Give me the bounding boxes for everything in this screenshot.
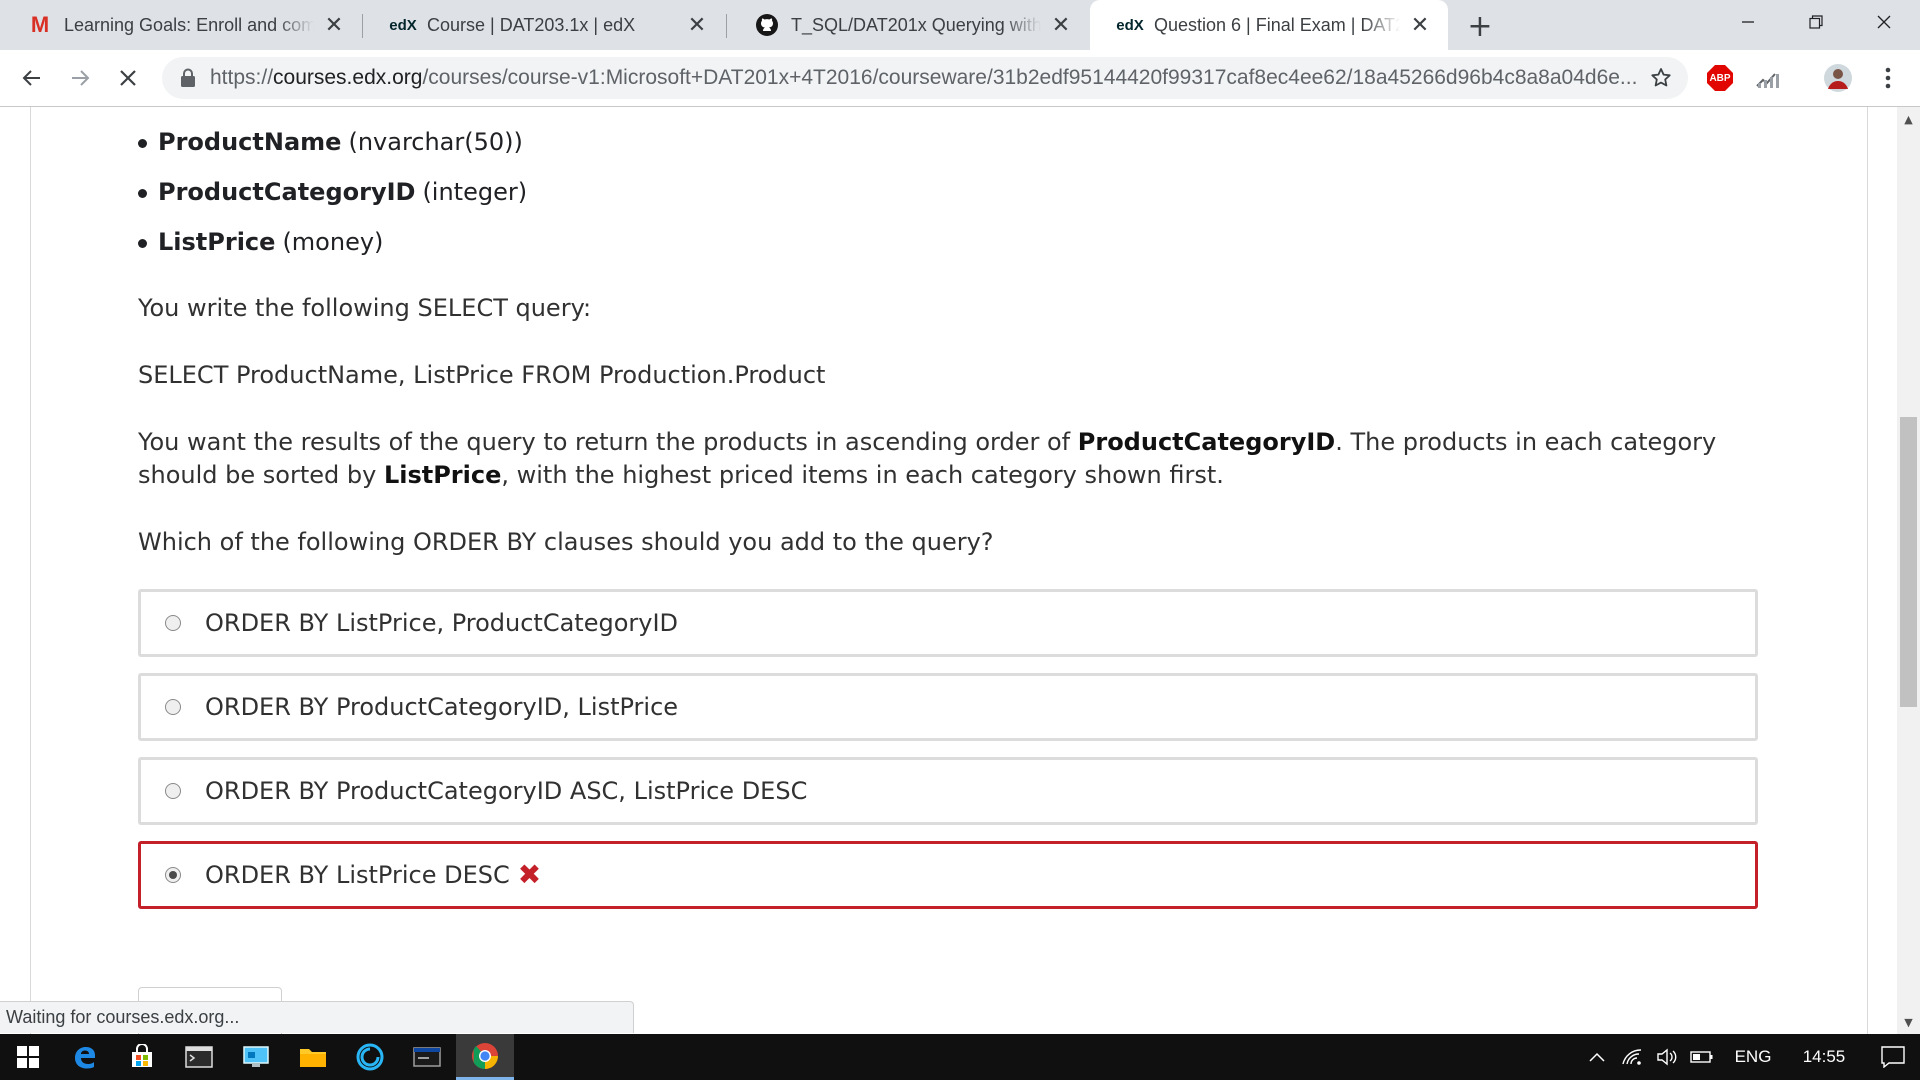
radio-button[interactable] (165, 699, 181, 715)
close-tab-icon[interactable]: ✕ (685, 12, 709, 37)
battery-icon[interactable] (1684, 1050, 1720, 1064)
stop-icon (120, 70, 136, 86)
taskbar-powershell[interactable] (399, 1034, 455, 1080)
tab-course[interactable]: edX Course | DAT203.1x | edX ✕ (363, 0, 725, 50)
taskbar-edge[interactable] (57, 1034, 113, 1080)
tab-title: Learning Goals: Enroll and compl (64, 14, 314, 35)
url-scheme: https:// (210, 66, 274, 89)
answer-choice-3[interactable]: ORDER BY ProductCategoryID ASC, ListPric… (138, 757, 1758, 825)
radio-button-selected[interactable] (165, 867, 181, 883)
adblock-plus-extension[interactable]: ABP (1702, 60, 1738, 96)
scroll-down-arrow-icon[interactable]: ▼ (1897, 1012, 1920, 1032)
back-button[interactable] (14, 60, 50, 96)
edge-icon (75, 1047, 95, 1069)
choice-label: ORDER BY ListPrice, ProductCategoryID (205, 609, 679, 637)
address-bar[interactable]: https://courses.edx.org/courses/course-v… (162, 57, 1688, 99)
browser-toolbar: https://courses.edx.org/courses/course-v… (0, 50, 1920, 107)
tab-title: T_SQL/DAT201x Querying with Tr (791, 14, 1041, 35)
table-columns-list: ProductName (nvarchar(50)) ProductCategor… (138, 117, 527, 267)
lock-icon (180, 68, 196, 88)
radio-button[interactable] (165, 783, 181, 799)
action-center-icon[interactable] (1878, 1046, 1908, 1068)
radio-button[interactable] (165, 615, 181, 631)
taskbar-store[interactable] (114, 1034, 170, 1080)
sql-query: SELECT ProductName, ListPrice FROM Produ… (138, 361, 826, 389)
question-prompt: Which of the following ORDER BY clauses … (138, 528, 994, 556)
page-content: ProductName (nvarchar(50)) ProductCategor… (0, 107, 1897, 1034)
clock[interactable]: 14:55 (1794, 1047, 1854, 1067)
windows-logo-icon (17, 1046, 39, 1068)
tab-title: Question 6 | Final Exam | DAT201 (1154, 14, 1400, 35)
edx-icon: edX (389, 16, 417, 34)
answer-choice-1[interactable]: ORDER BY ListPrice, ProductCategoryID (138, 589, 1758, 657)
tab-github[interactable]: T_SQL/DAT201x Querying with Tr ✕ (727, 0, 1089, 50)
folder-icon (300, 1049, 326, 1067)
terminal-icon (185, 1046, 213, 1068)
kebab-menu-icon (1885, 67, 1891, 89)
monitor-icon (243, 1046, 269, 1067)
arrow-left-icon (22, 70, 40, 86)
github-icon (755, 13, 779, 37)
system-tray: ENG 14:55 (1580, 1034, 1908, 1080)
adblock-label: ABP (1709, 72, 1731, 84)
chrome-menu-button[interactable] (1870, 60, 1906, 96)
minimize-icon (1742, 21, 1754, 23)
extension-button[interactable] (1750, 60, 1786, 96)
profile-avatar[interactable] (1820, 60, 1856, 96)
start-button[interactable] (0, 1034, 56, 1080)
minimize-button[interactable] (1714, 0, 1782, 44)
chrome-icon (472, 1042, 498, 1069)
answer-choice-4-selected-incorrect[interactable]: ORDER BY ListPrice DESC ✖ (138, 841, 1758, 909)
stop-loading-button[interactable] (110, 60, 146, 96)
choice-label: ORDER BY ProductCategoryID, ListPrice (205, 693, 679, 721)
console-icon (413, 1047, 441, 1067)
store-icon (132, 1044, 152, 1067)
close-tab-icon[interactable]: ✕ (1408, 12, 1432, 37)
page-scrollbar[interactable]: ▲ ▼ (1897, 107, 1920, 1034)
tab-question-6[interactable]: edX Question 6 | Final Exam | DAT201 ✕ (1090, 0, 1448, 50)
avatar-icon (1824, 64, 1852, 92)
taskbar-app-blue[interactable] (342, 1034, 398, 1080)
url-host: courses.edx.org (273, 66, 423, 89)
scroll-up-arrow-icon[interactable]: ▲ (1897, 109, 1920, 129)
scrollbar-thumb[interactable] (1900, 417, 1917, 707)
url-path: /courses/course-v1:Microsoft+DAT201x+4T2… (422, 66, 1638, 89)
chevron-up-icon[interactable] (1580, 1052, 1614, 1062)
choice-label: ORDER BY ListPrice DESC (205, 861, 510, 889)
forward-button[interactable] (62, 60, 98, 96)
list-item: ProductName (nvarchar(50)) (138, 117, 527, 167)
taskbar-file-explorer[interactable] (285, 1034, 341, 1080)
answer-choice-2[interactable]: ORDER BY ProductCategoryID, ListPrice (138, 673, 1758, 741)
close-icon (1877, 15, 1891, 29)
refresh-circle-icon (356, 1043, 384, 1071)
taskbar-terminal[interactable] (171, 1034, 227, 1080)
list-item: ListPrice (money) (138, 217, 527, 267)
gmail-icon: M (30, 12, 50, 37)
bookmark-star-icon[interactable] (1644, 61, 1678, 95)
signal-chart-icon (1756, 73, 1779, 88)
close-tab-icon[interactable]: ✕ (322, 12, 346, 37)
choice-label: ORDER BY ProductCategoryID ASC, ListPric… (205, 777, 808, 805)
tab-gmail[interactable]: M Learning Goals: Enroll and compl ✕ (0, 0, 362, 50)
arrow-right-icon (72, 70, 90, 86)
status-bubble: Waiting for courses.edx.org... (0, 1001, 634, 1033)
new-tab-button[interactable]: + (1462, 8, 1498, 44)
list-item: ProductCategoryID (integer) (138, 167, 527, 217)
restore-button[interactable] (1782, 0, 1850, 44)
restore-icon (1809, 15, 1823, 29)
tab-title: Course | DAT203.1x | edX (427, 14, 636, 35)
taskbar-chrome[interactable] (456, 1034, 514, 1080)
tab-strip: M Learning Goals: Enroll and compl ✕ edX… (0, 0, 1920, 50)
close-window-button[interactable] (1850, 0, 1918, 44)
taskbar-remote-desktop[interactable] (228, 1034, 284, 1080)
question-requirement: You want the results of the query to ret… (138, 428, 1717, 489)
incorrect-x-icon: ✖ (517, 858, 542, 891)
edx-icon: edX (1116, 16, 1144, 34)
question-intro: You write the following SELECT query: (138, 294, 592, 322)
volume-icon[interactable] (1650, 1048, 1684, 1066)
close-tab-icon[interactable]: ✕ (1049, 12, 1073, 37)
input-language[interactable]: ENG (1732, 1047, 1774, 1067)
windows-taskbar: ENG 14:55 (0, 1034, 1920, 1080)
wifi-icon[interactable] (1614, 1048, 1650, 1066)
